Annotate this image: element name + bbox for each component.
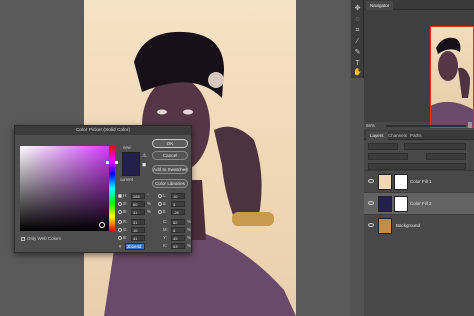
layer-name: Color Fill 2 (410, 201, 432, 206)
hand-icon[interactable]: ✋ (353, 68, 362, 77)
cancel-button[interactable]: Cancel (152, 151, 188, 160)
new-color-label: new (123, 145, 131, 150)
layers-panel: Color Fill 1 Color Fill 2 Background (364, 140, 474, 316)
layer-row[interactable]: Color Fill 1 (364, 170, 474, 192)
hue-slider-handle[interactable] (106, 161, 118, 164)
hue-radio[interactable] (118, 194, 122, 198)
out-of-gamut-warning-icon[interactable]: ⚠ (142, 153, 146, 159)
layer-thumbnail (378, 174, 392, 190)
navigator-panel (364, 10, 474, 128)
lab-a-input[interactable]: 3 (171, 201, 185, 207)
red-radio[interactable] (118, 220, 122, 224)
add-to-swatches-button[interactable]: Add to Swatches (152, 165, 188, 174)
color-libraries-button[interactable]: Color Libraries (152, 179, 188, 188)
layers-tabbar: Layers Channels Paths (364, 130, 474, 140)
visibility-eye-icon[interactable] (368, 223, 374, 227)
current-color-label: current (120, 177, 134, 182)
lock-fill-row[interactable] (368, 163, 466, 170)
eyedropper-icon[interactable]: ⁄ (353, 37, 362, 46)
yellow-input[interactable]: 45 (171, 235, 185, 241)
visibility-eye-icon[interactable] (368, 201, 374, 205)
brush-icon[interactable]: ✎ (353, 48, 362, 57)
green-radio[interactable] (118, 228, 122, 232)
lab-a-radio[interactable] (158, 202, 162, 206)
blue-radio[interactable] (118, 236, 122, 240)
layer-mask-thumbnail (394, 196, 408, 212)
layer-thumbnail (378, 196, 392, 212)
lasso-icon[interactable]: ◌ (353, 15, 362, 24)
navigator-view-frame[interactable] (430, 26, 474, 128)
lab-l-input[interactable]: 10 (171, 193, 185, 199)
move-icon[interactable]: ✥ (353, 4, 362, 13)
cyan-input[interactable]: 82 (171, 219, 185, 225)
layer-mask-thumbnail (394, 174, 408, 190)
layer-thumbnail (378, 218, 392, 234)
navigator-tabbar: Navigator (364, 0, 474, 10)
brightness-input[interactable]: 31 (131, 209, 145, 215)
crop-icon[interactable]: ⌗ (353, 26, 362, 35)
layer-row[interactable]: Background (364, 214, 474, 236)
layer-filter-select[interactable] (368, 143, 398, 150)
lab-b-radio[interactable] (158, 210, 162, 214)
type-icon[interactable]: T (353, 59, 362, 68)
color-picker-dialog: Color Picker (Solid Color) new current ⚠… (14, 125, 192, 253)
lab-l-radio[interactable] (158, 194, 162, 198)
brightness-radio[interactable] (118, 210, 122, 214)
web-safe-cube-icon[interactable]: ◼ (142, 162, 146, 168)
current-color-swatch[interactable] (122, 164, 140, 176)
red-input[interactable]: 51 (131, 219, 145, 225)
color-cursor[interactable] (99, 222, 105, 228)
tools-panel: ✥ ◌ ⌗ ⁄ ✎ T ✋ (351, 0, 364, 78)
hue-slider[interactable] (109, 146, 115, 231)
tab-paths[interactable]: Paths (406, 131, 426, 140)
only-web-colors-checkbox[interactable]: Only Web Colors (21, 236, 61, 241)
green-input[interactable]: 16 (131, 227, 145, 233)
new-color-swatch (122, 152, 140, 164)
layer-name: Background (396, 223, 421, 228)
hex-input[interactable]: 2b1e4d (125, 243, 145, 250)
checkbox-icon[interactable] (21, 236, 25, 241)
right-panels: Navigator 66% Layers Channels Paths Colo… (364, 0, 474, 316)
layer-name: Color Fill 1 (410, 179, 432, 184)
navigator-zoom-value[interactable]: 66% (366, 123, 375, 128)
dialog-title: Color Picker (Solid Color) (15, 126, 191, 135)
layer-row[interactable]: Color Fill 2 (364, 192, 474, 214)
blue-input[interactable]: 41 (131, 235, 145, 241)
opacity-field[interactable] (426, 153, 466, 160)
zoom-in-icon[interactable] (468, 122, 472, 128)
ok-button[interactable]: OK (152, 139, 188, 148)
magenta-input[interactable]: 8 (171, 227, 185, 233)
visibility-eye-icon[interactable] (368, 179, 374, 183)
saturation-brightness-field[interactable] (20, 146, 109, 231)
hue-input[interactable]: 288 (131, 193, 145, 199)
navigator-zoom-slider[interactable] (386, 125, 466, 127)
only-web-colors-label: Only Web Colors (27, 236, 61, 241)
tab-navigator[interactable]: Navigator (366, 1, 394, 10)
layer-filter-icons[interactable] (404, 143, 466, 150)
black-input[interactable]: 63 (171, 243, 185, 249)
lab-b-input[interactable]: -26 (171, 209, 185, 215)
blend-mode-select[interactable] (368, 153, 408, 160)
saturation-input[interactable]: 60 (131, 201, 145, 207)
saturation-radio[interactable] (118, 202, 122, 206)
